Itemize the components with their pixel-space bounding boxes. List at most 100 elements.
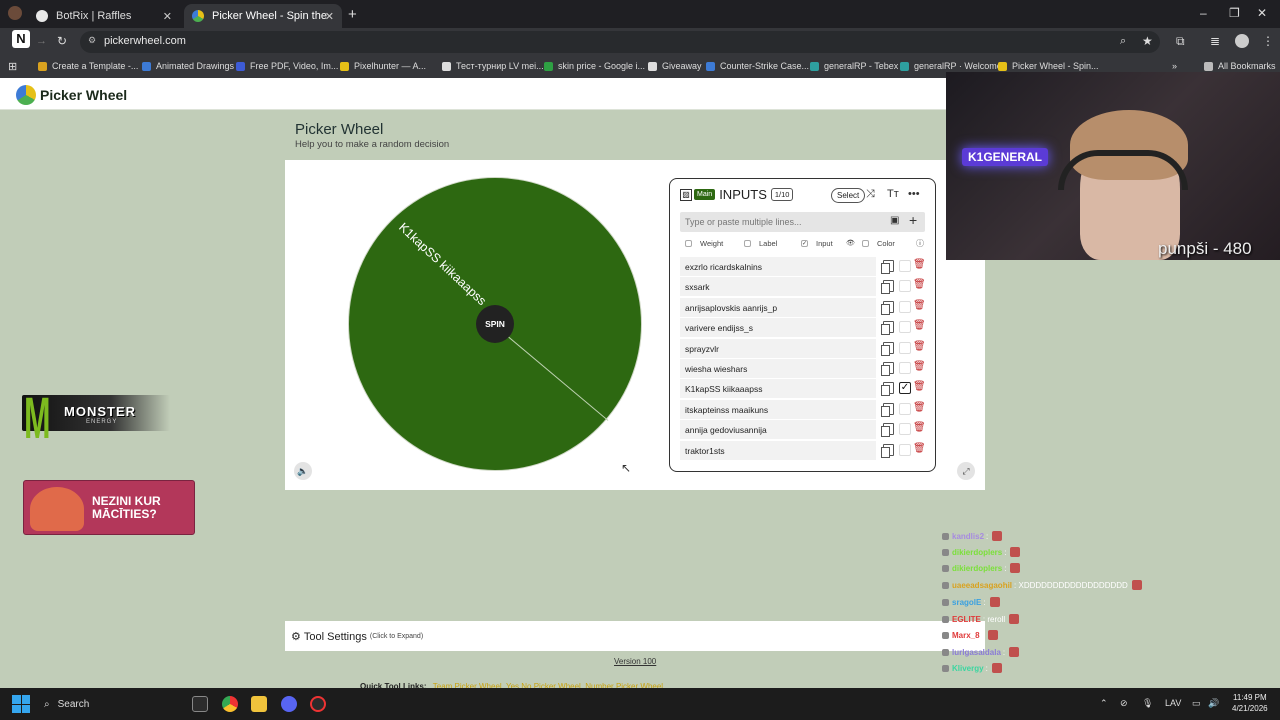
media-icon[interactable]: ≣ [1210,34,1220,48]
taskbar-search[interactable]: ⌕ Search [38,694,188,714]
zoom-icon[interactable]: ⌕ [1120,35,1126,48]
entry-checkbox[interactable] [899,280,911,293]
fullscreen-expand-icon[interactable]: ⤢ [957,462,975,480]
duplicate-icon[interactable] [881,402,894,417]
entry-checkbox[interactable] [899,362,911,374]
label-toggle[interactable]: Label [744,239,777,248]
volume-icon[interactable]: 🔊 [1208,698,1219,709]
entry-text[interactable]: sxsark [685,282,710,292]
bookmark-item[interactable]: Animated Drawings [142,61,234,71]
new-tab-plus-icon[interactable]: + [348,6,357,23]
bookmark-item[interactable]: Тест-турнир LV mei... [442,61,544,71]
chrome-taskbar-icon[interactable] [222,696,238,712]
entry-checkbox[interactable] [899,260,911,272]
duplicate-icon[interactable] [881,341,894,356]
site-info-icon[interactable]: ⚙ [88,35,96,46]
delete-icon[interactable]: 🗑 [913,443,926,454]
tab-botrix[interactable]: BotRix | Raffles ✕ [28,4,180,28]
close-tab-icon[interactable]: ✕ [163,10,172,23]
close-tab-icon[interactable]: ✕ [325,10,334,23]
text-size-icon[interactable]: Tт [887,188,899,200]
entry-text[interactable]: sprayzvlr [685,344,719,354]
weight-toggle[interactable]: Weight [685,239,723,248]
add-entry-icon[interactable]: + [909,212,917,228]
taskbar-clock[interactable]: 11:49 PM 4/21/2026 [1232,692,1268,714]
all-bookmarks-folder[interactable]: All Bookmarks [1204,61,1276,71]
delete-icon[interactable]: 🗑 [913,402,926,413]
entry-text[interactable]: K1kapSS kiikaaapss [685,384,763,394]
duplicate-icon[interactable] [881,300,894,315]
bookmark-item[interactable]: Free PDF, Video, Im... [236,61,338,71]
bookmark-item[interactable]: Pixelhunter — A... [340,61,426,71]
tray-expand-icon[interactable]: ⌃ [1100,698,1108,709]
delete-icon[interactable]: 🗑 [913,279,926,290]
entry-text[interactable]: exzrlo ricardskalnins [685,262,762,272]
delete-icon[interactable]: 🗑 [913,341,926,352]
apps-grid-icon[interactable]: ⊞ [8,60,17,73]
bookmark-item[interactable]: Picker Wheel - Spin... [998,61,1099,71]
monitor-icon[interactable]: ▭ [1192,698,1201,709]
extension-n-icon[interactable]: N [12,30,30,48]
reload-icon[interactable]: ↻ [57,34,67,48]
entry-text[interactable]: wiesha wieshars [685,364,747,374]
extensions-icon[interactable]: ⧉ [1176,34,1185,49]
tool-settings-toggle[interactable]: ⚙ Tool Settings (Click to Expand) [291,630,423,644]
more-bookmarks-icon[interactable]: » [1172,61,1177,71]
bookmark-item[interactable]: skin price - Google i... [544,61,645,71]
delete-icon[interactable]: 🗑 [913,361,926,372]
duplicate-icon[interactable] [881,423,894,438]
visibility-eye-icon[interactable]: 👁 [846,239,855,247]
entry-checkbox[interactable] [899,443,911,456]
address-bar[interactable]: ⚙ pickerwheel.com [80,31,1160,53]
bookmark-item[interactable]: Giveaway [648,61,702,71]
entry-checkbox[interactable] [899,402,911,415]
paste-input[interactable]: Type or paste multiple lines... [680,212,925,232]
network-off-icon[interactable]: ⊘ [1120,698,1128,709]
bookmark-item[interactable]: Create a Template -... [38,61,138,71]
entry-checkbox[interactable]: ✓ [899,382,911,395]
version-link[interactable]: Version 100 [614,657,656,666]
entry-text[interactable]: anrijsaplovskis aanrijs_p [685,303,777,313]
select-button[interactable]: Select [831,188,866,203]
duplicate-icon[interactable] [881,362,894,376]
menu-kebab-icon[interactable]: ⋮ [1262,34,1274,48]
sound-toggle-icon[interactable]: 🔈 [294,462,312,480]
forward-icon[interactable]: → [36,35,47,47]
delete-icon[interactable]: 🗑 [913,422,926,433]
file-explorer-icon[interactable] [251,696,267,712]
account-avatar[interactable] [1235,34,1249,48]
info-icon[interactable]: ⓘ [916,238,924,249]
entry-checkbox[interactable] [899,423,911,436]
discord-icon[interactable] [281,696,297,712]
bookmark-star-icon[interactable]: ★ [1142,34,1153,48]
minimize-icon[interactable]: – [1200,6,1207,20]
maximize-icon[interactable]: ❐ [1229,6,1240,20]
close-window-icon[interactable]: ✕ [1257,6,1267,20]
input-toggle[interactable]: ✓ Input [801,239,833,248]
more-options-icon[interactable]: ••• [908,188,920,200]
duplicate-icon[interactable] [881,280,894,295]
bookmark-item[interactable]: generalRP - Tebex [810,61,898,71]
entry-checkbox[interactable] [899,341,911,354]
entry-text[interactable]: traktor1sts [685,446,725,456]
delete-icon[interactable]: 🗑 [913,300,926,311]
bookmark-item[interactable]: generalRP · Welcome [900,61,1002,71]
duplicate-icon[interactable] [881,382,894,397]
delete-icon[interactable]: 🗑 [913,259,926,270]
site-logo[interactable]: Picker Wheel [16,85,127,105]
mic-icon[interactable]: 🎙 [1142,698,1153,709]
spin-button[interactable]: SPIN [476,305,514,343]
entry-checkbox[interactable] [899,321,911,334]
obs-icon[interactable] [310,696,326,712]
monster-ad-brand[interactable]: MONSTER [64,404,136,419]
shuffle-icon[interactable]: ⤨ [866,188,875,201]
duplicate-icon[interactable] [881,321,894,336]
windows-start-icon[interactable] [12,695,30,713]
duplicate-icon[interactable] [881,443,894,458]
image-upload-icon[interactable]: ▣ [890,215,899,226]
duplicate-icon[interactable] [881,260,894,274]
entry-text[interactable]: itskapteinss maaikuns [685,405,768,415]
profile-avatar[interactable] [8,6,22,20]
tab-pickerwheel[interactable]: Picker Wheel - Spin the Wheel ✕ [184,4,342,28]
delete-icon[interactable]: 🗑 [913,381,926,392]
